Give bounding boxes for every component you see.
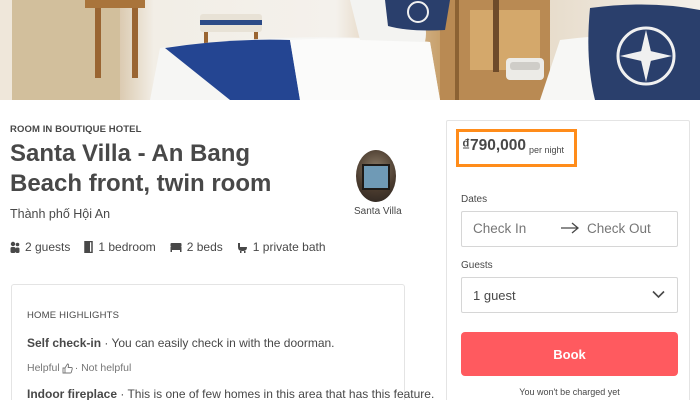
bath-icon bbox=[237, 242, 247, 253]
highlight-feedback: Helpful · Not helpful bbox=[27, 362, 131, 374]
chevron-down-icon bbox=[652, 290, 665, 299]
check-in-input[interactable]: Check In bbox=[473, 221, 526, 236]
amenity-beds: 2 beds bbox=[170, 240, 223, 254]
host-avatar[interactable] bbox=[356, 150, 396, 202]
highlights-heading: HOME HIGHLIGHTS bbox=[27, 310, 120, 321]
amenities-row: 2 guests 1 bedroom 2 beds 1 private bath bbox=[10, 240, 326, 254]
amenity-label: 2 beds bbox=[186, 240, 223, 254]
host-name[interactable]: Santa Villa bbox=[354, 206, 402, 217]
listing-photo[interactable] bbox=[0, 0, 700, 100]
helpful-link[interactable]: Helpful bbox=[27, 362, 60, 374]
guests-select[interactable]: 1 guest bbox=[461, 277, 678, 313]
dates-label: Dates bbox=[461, 194, 488, 205]
highlight-text: · This is one of few homes in this area … bbox=[117, 387, 435, 400]
arrow-right-icon bbox=[561, 222, 580, 234]
door-icon bbox=[84, 241, 94, 253]
amenity-label: 2 guests bbox=[25, 240, 71, 254]
avatar-photo-window bbox=[362, 164, 390, 190]
room-type-label: ROOM IN BOUTIQUE HOTEL bbox=[10, 124, 142, 135]
amenity-label: 1 private bath bbox=[252, 240, 326, 254]
not-helpful-link[interactable]: · Not helpful bbox=[75, 362, 132, 374]
nightly-price: ₫790,000 bbox=[462, 137, 526, 154]
thumbs-up-icon[interactable] bbox=[62, 363, 73, 374]
home-highlights-card: HOME HIGHLIGHTS Self check-in · You can … bbox=[11, 284, 434, 400]
amenity-bedroom: 1 bedroom bbox=[84, 240, 156, 254]
guests-select-value: 1 guest bbox=[473, 288, 516, 303]
highlight-title: Indoor fireplace bbox=[27, 387, 118, 400]
price-unit: per night bbox=[529, 145, 565, 155]
amenity-guests: 2 guests bbox=[10, 240, 70, 254]
book-button[interactable]: Book bbox=[461, 332, 678, 376]
amenity-bath: 1 private bath bbox=[237, 240, 326, 254]
guests-label: Guests bbox=[461, 260, 493, 271]
highlight-item: Indoor fireplace · This is one of few ho… bbox=[27, 387, 434, 400]
guests-icon bbox=[10, 241, 20, 253]
amenity-label: 1 bedroom bbox=[98, 240, 156, 254]
listing-title: Santa Villa - An Bang Beach front, twin … bbox=[10, 140, 272, 197]
no-charge-note: You won't be charged yet bbox=[519, 387, 620, 397]
check-out-input[interactable]: Check Out bbox=[587, 221, 651, 236]
listing-location[interactable]: Thành phố Hội An bbox=[10, 207, 110, 221]
highlight-title: Self check-in bbox=[27, 336, 102, 350]
bed-icon bbox=[170, 243, 182, 252]
highlight-item: Self check-in · You can easily check in … bbox=[27, 336, 335, 350]
highlight-text: · You can easily check in with the doorm… bbox=[101, 336, 335, 350]
date-range-picker: Check In Check Out bbox=[461, 211, 678, 247]
